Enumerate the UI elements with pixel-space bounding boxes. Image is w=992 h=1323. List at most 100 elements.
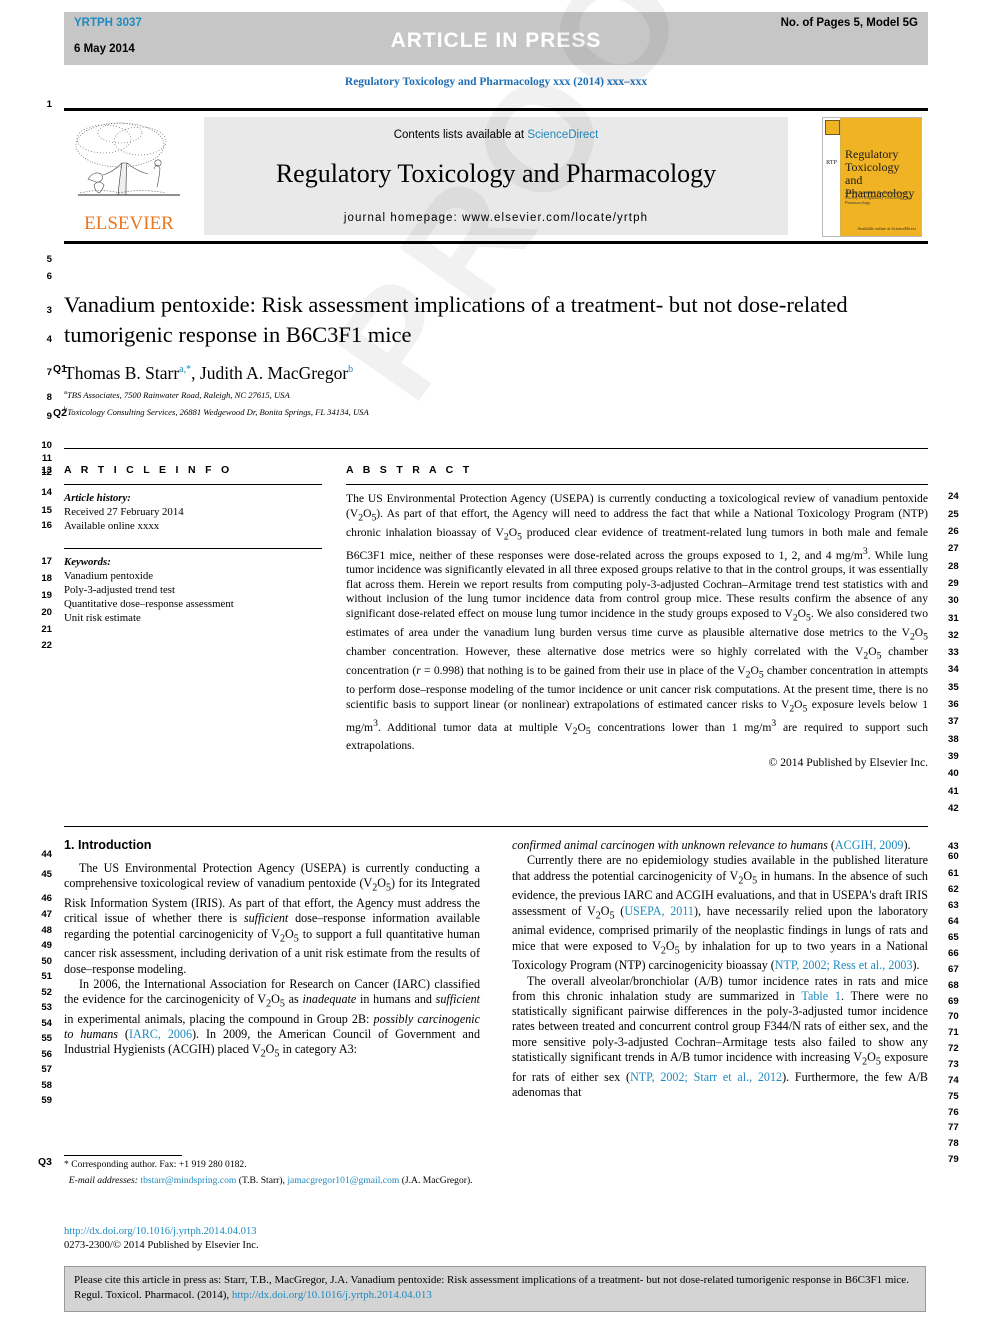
line-number: 69 xyxy=(948,996,959,1007)
intro-paragraph-5: The overall alveolar/bronchiolar (A/B) t… xyxy=(512,973,929,1100)
citation-text-body: Please cite this article in press as: St… xyxy=(74,1274,909,1301)
line-number: 46 xyxy=(41,893,52,904)
citation-doi-link[interactable]: http://dx.doi.org/10.1016/j.yrtph.2014.0… xyxy=(232,1289,432,1301)
line-number: 24 xyxy=(948,491,959,502)
affiliation-a: aTBS Associates, 7500 Rainwater Road, Ra… xyxy=(64,387,864,401)
author-1-affil-marker[interactable]: a,* xyxy=(179,364,191,375)
contents-prefix: Contents lists available at xyxy=(393,129,528,141)
article-info-rule-2 xyxy=(64,547,322,549)
line-number: 42 xyxy=(948,803,959,814)
line-number: 29 xyxy=(948,578,959,589)
pages-model-label: No. of Pages 5, Model 5G xyxy=(780,17,918,29)
line-number: 33 xyxy=(948,647,959,658)
line-number: 8 xyxy=(46,392,52,403)
line-number: 61 xyxy=(948,868,959,879)
keyword-item: Quantitative dose–response assessment xyxy=(64,598,234,611)
journal-homepage[interactable]: journal homepage: www.elsevier.com/locat… xyxy=(204,212,788,224)
abstract-rule xyxy=(346,484,928,485)
line-number: 45 xyxy=(41,869,52,880)
author-2-affil-marker[interactable]: b xyxy=(348,364,353,375)
elsevier-tree-icon xyxy=(75,122,180,196)
email-owner-2: (J.A. MacGregor). xyxy=(399,1174,473,1186)
line-number: 50 xyxy=(41,956,52,967)
line-number: 37 xyxy=(948,716,959,727)
issn-copyright-line: 0273-2300/© 2014 Published by Elsevier I… xyxy=(64,1239,259,1251)
line-number: 28 xyxy=(948,561,959,572)
line-number: 76 xyxy=(948,1107,959,1118)
query-tag-q1[interactable]: Q1 xyxy=(53,364,67,375)
line-number: 39 xyxy=(948,751,959,762)
author-name-2: Judith A. MacGregor xyxy=(199,363,349,383)
line-number: 17 xyxy=(41,556,52,567)
keyword-item: Vanadium pentoxide xyxy=(64,569,154,582)
line-number: 21 xyxy=(41,624,52,635)
title-block: Vanadium pentoxide: Risk assessment impl… xyxy=(64,290,864,419)
journal-band: Contents lists available at ScienceDirec… xyxy=(204,117,788,235)
line-number: 14 xyxy=(41,487,52,498)
line-number: 73 xyxy=(948,1059,959,1070)
line-number: 65 xyxy=(948,932,959,943)
intro-paragraph-1: The US Environmental Protection Agency (… xyxy=(64,861,480,976)
line-number: 15 xyxy=(41,505,52,516)
article-history-label: Article history: xyxy=(64,492,131,504)
author-name-1: Thomas B. Starr xyxy=(64,363,180,383)
corresponding-author-line: * Corresponding author. Fax: +1 919 280 … xyxy=(64,1159,247,1170)
cover-spine xyxy=(823,118,841,236)
abstract-copyright: © 2014 Published by Elsevier Inc. xyxy=(768,756,928,770)
line-number: 52 xyxy=(41,987,52,998)
sciencedirect-link[interactable]: ScienceDirect xyxy=(527,129,598,141)
line-number: 44 xyxy=(41,849,52,860)
line-number: 63 xyxy=(948,900,959,911)
article-history-block: Article history: Received 27 February 20… xyxy=(64,491,322,534)
doi-block: http://dx.doi.org/10.1016/j.yrtph.2014.0… xyxy=(64,1225,480,1252)
line-number: 78 xyxy=(948,1138,959,1149)
page-title: Vanadium pentoxide: Risk assessment impl… xyxy=(64,292,848,347)
line-number: 72 xyxy=(948,1043,959,1054)
line-number: 11 xyxy=(41,453,52,464)
journal-title: Regulatory Toxicology and Pharmacology xyxy=(275,159,717,188)
line-number: 57 xyxy=(41,1064,52,1075)
cover-spine-label: RTP xyxy=(826,160,837,166)
article-info-column: A R T I C L E I N F O Article history: R… xyxy=(64,464,322,626)
email-link-2[interactable]: jamacgregor101@gmail.com xyxy=(287,1175,399,1186)
line-number: 7 xyxy=(46,367,52,378)
line-number: 18 xyxy=(41,573,52,584)
affiliation-b: bToxicology Consulting Services, 26881 W… xyxy=(64,404,864,418)
line-number: 5 xyxy=(46,254,52,265)
email-link-1[interactable]: tbstarr@mindspring.com xyxy=(140,1175,236,1186)
line-number: 55 xyxy=(41,1033,52,1044)
article-info-heading: A R T I C L E I N F O xyxy=(64,464,233,476)
line-number: 56 xyxy=(41,1049,52,1060)
abstract-text: The US Environmental Protection Agency (… xyxy=(346,492,929,753)
author-list: Thomas B. Starra,*, Judith A. MacGregorb xyxy=(64,363,354,383)
line-number: 58 xyxy=(41,1080,52,1091)
line-number: 71 xyxy=(948,1027,959,1038)
line-number: 64 xyxy=(948,916,959,927)
line-number: 68 xyxy=(948,980,959,991)
elsevier-logo: ELSEVIER xyxy=(70,119,188,235)
abstract-column: A B S T R A C T The US Environmental Pro… xyxy=(346,464,928,769)
query-tag-q2[interactable]: Q2 xyxy=(53,408,67,419)
article-in-press-label: ARTICLE IN PRESS xyxy=(390,29,602,52)
line-number: 62 xyxy=(948,884,959,895)
line-number: 60 xyxy=(948,851,959,862)
line-number: 34 xyxy=(948,664,959,675)
email-owner-1: (T.B. Starr), xyxy=(236,1174,288,1186)
line-number: 26 xyxy=(948,526,959,537)
query-tag-q3[interactable]: Q3 xyxy=(38,1157,52,1168)
doi-link[interactable]: http://dx.doi.org/10.1016/j.yrtph.2014.0… xyxy=(64,1225,480,1239)
affil-b-text: Toxicology Consulting Services, 26881 We… xyxy=(67,407,369,418)
article-info-rule-1 xyxy=(64,484,322,485)
line-number: 53 xyxy=(41,1002,52,1013)
body-column-right: confirmed animal carcinogen with unknown… xyxy=(512,838,928,1100)
line-number: 35 xyxy=(948,682,959,693)
line-number: 48 xyxy=(41,925,52,936)
line-number: 74 xyxy=(948,1075,959,1086)
keywords-label: Keywords: xyxy=(64,555,111,568)
line-number: 77 xyxy=(948,1122,959,1133)
line-number: 9 xyxy=(46,411,52,422)
line-number: 79 xyxy=(948,1154,959,1165)
article-history-lines: Received 27 February 2014 Available onli… xyxy=(64,506,184,533)
affil-a-text: TBS Associates, 7500 Rainwater Road, Ral… xyxy=(66,389,290,400)
line-number: 27 xyxy=(948,543,959,554)
